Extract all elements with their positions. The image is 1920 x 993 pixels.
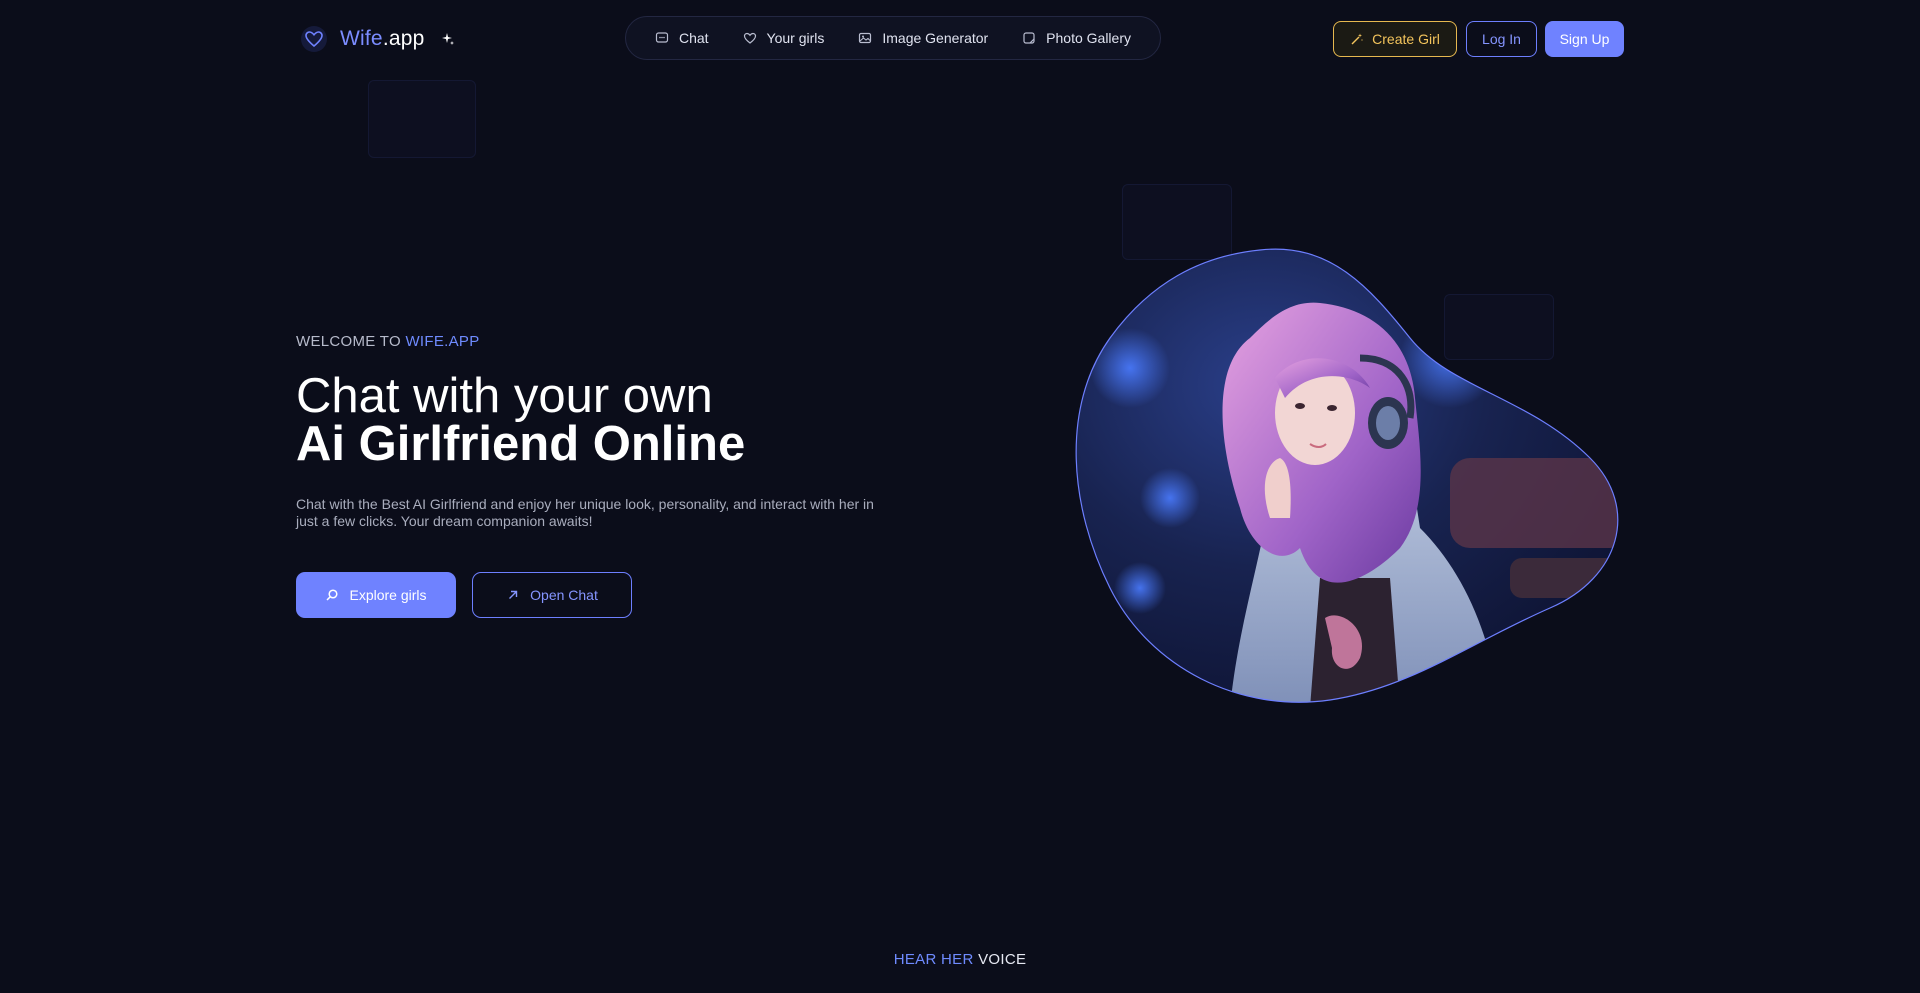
nav-label: Chat bbox=[678, 30, 709, 46]
arrow-up-right-icon bbox=[509, 590, 518, 599]
hero-title: Chat with your own Ai Girlfriend Online bbox=[296, 369, 746, 471]
login-button[interactable]: Log In bbox=[1466, 21, 1537, 57]
open-chat-button[interactable]: Open Chat bbox=[472, 572, 632, 618]
nav-item-chat[interactable]: Chat bbox=[655, 30, 709, 46]
create-girl-label: Create Girl bbox=[1372, 31, 1440, 47]
gallery-icon bbox=[1023, 32, 1035, 44]
chat-bubble-icon bbox=[655, 32, 669, 43]
open-chat-label: Open Chat bbox=[530, 587, 598, 603]
explore-girls-label: Explore girls bbox=[349, 587, 427, 603]
voice-heading-rest: VOICE bbox=[973, 951, 1027, 968]
welcome-label: WELCOME TO WIFE.APP bbox=[296, 333, 480, 350]
nav-item-your-girls[interactable]: Your girls bbox=[743, 30, 825, 46]
login-label: Log In bbox=[1482, 31, 1521, 47]
signup-button[interactable]: Sign Up bbox=[1545, 21, 1624, 57]
nav-label: Your girls bbox=[766, 30, 825, 46]
hero-title-line1: Chat with your own bbox=[296, 369, 713, 423]
welcome-prefix: WELCOME TO bbox=[296, 333, 406, 350]
sparkle-icon bbox=[441, 33, 454, 45]
main-nav: Chat Your girls Image Generator Photo Ga… bbox=[625, 16, 1161, 60]
nav-label: Image Generator bbox=[882, 30, 989, 46]
hero-girl-image bbox=[1075, 248, 1619, 703]
hero-description: Chat with the Best AI Girlfriend and enj… bbox=[296, 496, 874, 529]
hero-title-line2: Ai Girlfriend Online bbox=[296, 417, 746, 471]
image-icon bbox=[859, 32, 872, 44]
nav-label: Photo Gallery bbox=[1046, 30, 1131, 46]
welcome-brand: WIFE.APP bbox=[405, 333, 480, 350]
hear-her-voice-heading: HEAR HER VOICE bbox=[0, 951, 1920, 968]
nav-item-photo-gallery[interactable]: Photo Gallery bbox=[1022, 30, 1131, 46]
nav-item-image-generator[interactable]: Image Generator bbox=[858, 30, 988, 46]
magic-wand-icon bbox=[1351, 33, 1364, 45]
brand-name: Wife.app bbox=[340, 27, 425, 50]
heart-icon bbox=[301, 26, 327, 52]
explore-girls-button[interactable]: Explore girls bbox=[296, 572, 456, 618]
brand-logo[interactable]: Wife.app bbox=[300, 24, 455, 54]
voice-heading-accent: HEAR HER bbox=[893, 951, 974, 968]
heart-outline-icon bbox=[743, 32, 756, 44]
create-girl-button[interactable]: Create Girl bbox=[1333, 21, 1457, 57]
decorative-card bbox=[368, 80, 476, 158]
search-icon bbox=[326, 589, 339, 601]
signup-label: Sign Up bbox=[1559, 31, 1610, 47]
